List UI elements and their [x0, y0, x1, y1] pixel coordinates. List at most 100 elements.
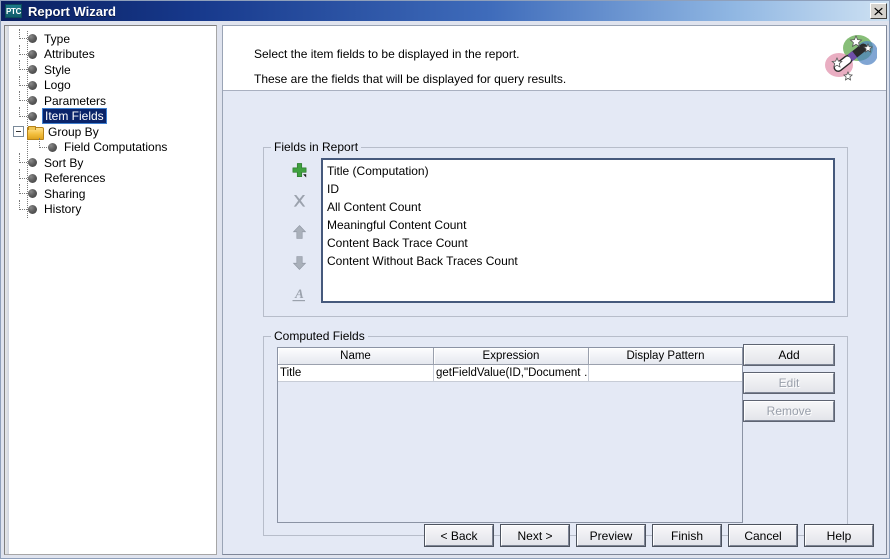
tree-node-sharing[interactable]: Sharing [13, 184, 214, 202]
preview-button[interactable]: Preview [576, 524, 646, 547]
tree-node-label: Item Fields [42, 108, 107, 125]
arrow-up-glyph [292, 225, 306, 239]
computed-fields-table[interactable]: Name Expression Display Pattern Title getFi… [277, 347, 743, 523]
list-item[interactable]: Meaningful Content Count [323, 216, 833, 234]
tree-expander-minus-icon[interactable] [13, 126, 24, 138]
move-down-icon[interactable] [290, 254, 309, 273]
move-up-icon[interactable] [290, 223, 309, 242]
tree-connector [13, 60, 27, 77]
tree-node-history[interactable]: History [13, 199, 214, 218]
add-field-icon[interactable] [290, 161, 309, 180]
tree-node-parameters[interactable]: Parameters [13, 91, 214, 109]
rename-field-icon[interactable]: A [290, 285, 309, 304]
tree-node-field-computations[interactable]: Field Computations [13, 137, 214, 156]
tree-node-label: Field Computations [64, 140, 168, 155]
list-item[interactable]: Content Without Back Traces Count [323, 252, 833, 270]
tree-node-label: Sort By [44, 155, 84, 170]
bullet-icon [28, 173, 37, 183]
magic-wand-icon [825, 35, 877, 81]
tree-node-label: Sharing [44, 186, 86, 201]
tree-connector [33, 137, 47, 155]
fields-in-report-group: Fields in Report A Title (Computation) I… [263, 140, 848, 317]
fields-in-report-title: Fields in Report [271, 140, 362, 154]
tree-connector [13, 75, 27, 93]
wizard-step-tree[interactable]: Type Attributes Style Logo Parameters Item Fi… [4, 25, 217, 555]
bullet-icon [28, 96, 37, 106]
tree-node-group-by[interactable]: Group By [13, 124, 214, 140]
instruction-header: Select the item fields to be displayed i… [223, 26, 886, 91]
instruction-line-2: These are the fields that will be displa… [254, 72, 567, 86]
cell-name[interactable]: Title [278, 365, 434, 381]
wizard-footer-buttons: < Back Next > Preview Finish Cancel Help [223, 524, 886, 547]
svg-text:A: A [294, 286, 304, 301]
remove-field-icon[interactable] [290, 192, 309, 211]
tree-node-label: Attributes [44, 47, 95, 62]
ptc-logo-icon: PTC [5, 4, 22, 18]
tree-nodes: Type Attributes Style Logo Parameters Item Fi… [13, 29, 214, 218]
tree-node-label: Logo [44, 78, 71, 93]
back-button[interactable]: < Back [424, 524, 494, 547]
tree-node-attributes[interactable]: Attributes [13, 44, 214, 63]
computed-fields-title: Computed Fields [271, 329, 368, 343]
table-row[interactable]: Title getFieldValue(ID,"Document … [278, 365, 742, 382]
fields-toolbar: A [284, 161, 314, 304]
column-header-display-pattern[interactable]: Display Pattern [589, 348, 742, 364]
tree-node-item-fields[interactable]: Item Fields [13, 106, 214, 125]
list-item[interactable]: ID [323, 180, 833, 198]
close-glyph [874, 7, 883, 15]
table-header-row: Name Expression Display Pattern [278, 348, 742, 365]
fields-in-report-listbox[interactable]: Title (Computation) ID All Content Count Me… [321, 158, 835, 303]
instruction-line-1: Select the item fields to be displayed i… [254, 47, 520, 61]
tree-node-references[interactable]: References [13, 168, 214, 187]
list-item[interactable]: Title (Computation) [323, 162, 833, 180]
tree-left-gutter [5, 26, 9, 554]
tree-connector [13, 91, 27, 108]
tree-node-sort-by[interactable]: Sort By [13, 153, 214, 171]
plus-glyph [292, 163, 306, 178]
arrow-down-glyph [292, 256, 306, 270]
list-item[interactable]: Content Back Trace Count [323, 234, 833, 252]
bullet-icon [28, 189, 37, 199]
cell-display-pattern[interactable] [589, 365, 742, 381]
tree-connector [13, 199, 27, 217]
tree-node-label: History [44, 202, 82, 217]
tree-node-label: Style [44, 62, 71, 77]
folder-icon [27, 125, 44, 140]
tree-connector [13, 106, 27, 124]
main-panel: Select the item fields to be displayed i… [222, 25, 887, 555]
bullet-icon [28, 34, 37, 44]
help-button[interactable]: Help [804, 524, 874, 547]
tree-node-label: Group By [48, 124, 99, 139]
finish-button[interactable]: Finish [652, 524, 722, 547]
cancel-button[interactable]: Cancel [728, 524, 798, 547]
tree-list: Type Attributes Style Logo Parameters Item Fi… [13, 29, 214, 218]
column-header-expression[interactable]: Expression [434, 348, 589, 364]
bullet-icon [28, 80, 37, 90]
bullet-icon [28, 158, 37, 168]
add-button[interactable]: Add [743, 344, 835, 366]
table-body: Title getFieldValue(ID,"Document … [278, 365, 742, 382]
italic-a-glyph: A [292, 286, 305, 302]
tree-connector [13, 168, 27, 186]
list-item[interactable]: All Content Count [323, 198, 833, 216]
bullet-icon [28, 204, 37, 214]
group-border-right [348, 147, 847, 148]
tree-node-style[interactable]: Style [13, 60, 214, 78]
bullet-icon [28, 111, 37, 121]
group-border-left [264, 147, 271, 148]
remove-button: Remove [743, 400, 835, 422]
computed-fields-actions: Add Edit Remove [743, 344, 835, 422]
tree-node-label: Parameters [44, 93, 107, 108]
next-button[interactable]: Next > [500, 524, 570, 547]
cell-expression[interactable]: getFieldValue(ID,"Document … [434, 365, 589, 381]
group-border-left [264, 336, 271, 337]
column-header-name[interactable]: Name [278, 348, 434, 364]
tree-connector [13, 184, 27, 201]
tree-node-type[interactable]: Type [13, 29, 214, 47]
bullet-icon [28, 49, 37, 59]
close-icon[interactable] [870, 3, 887, 19]
tree-node-label: References [44, 171, 106, 186]
tree-connector [13, 44, 27, 62]
x-glyph [293, 195, 305, 207]
tree-node-logo[interactable]: Logo [13, 75, 214, 94]
